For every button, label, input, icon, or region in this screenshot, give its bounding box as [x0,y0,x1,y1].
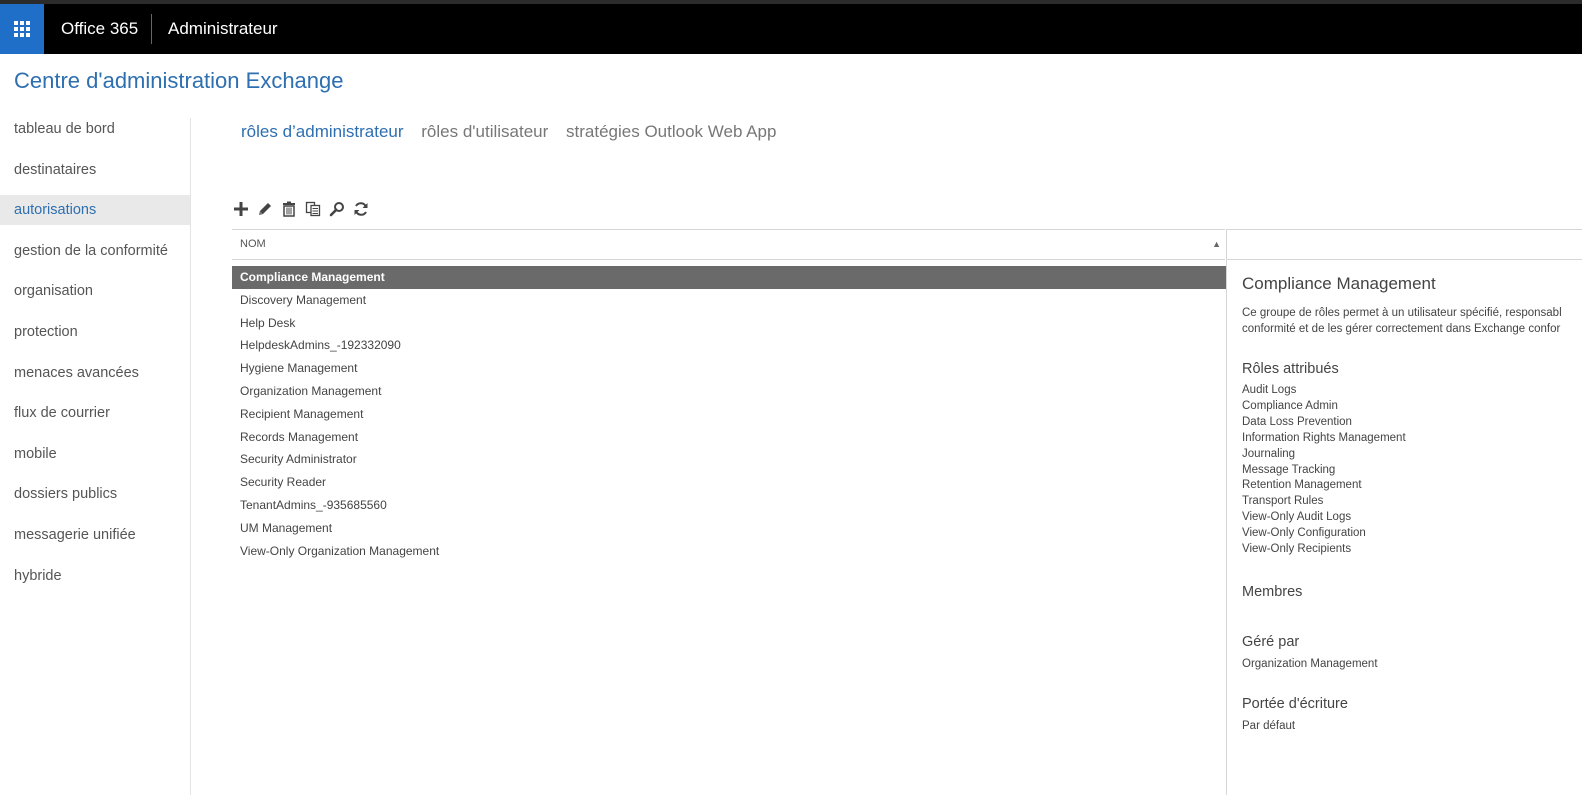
app-launcher-button[interactable] [0,4,44,54]
role-item: Data Loss Prevention [1242,415,1352,428]
role-item: Information Rights Management [1242,431,1406,444]
tab-admin-roles[interactable]: rôles d’administrateur [241,122,404,142]
write-scope-heading: Portée d'écriture [1242,695,1348,712]
roles-heading: Rôles attribués [1242,361,1339,377]
search-icon[interactable] [328,199,346,219]
role-item: Journaling [1242,447,1296,460]
table-row[interactable]: Records Management [232,426,1226,449]
table-row[interactable]: Recipient Management [232,403,1226,426]
table-row[interactable]: View-Only Organization Management [232,540,1226,563]
tab-bar: rôles d’administrateur rôles d'utilisate… [241,122,789,142]
sidebar-item-gestion-conformite[interactable]: gestion de la conformité [0,236,190,266]
delete-icon[interactable] [280,199,298,219]
sidebar-item-tableau-de-bord[interactable]: tableau de bord [0,114,190,144]
role-group-list: Compliance Management Discovery Manageme… [232,266,1226,562]
table-row[interactable]: Discovery Management [232,289,1226,312]
details-header [1226,229,1582,260]
table-row[interactable]: TenantAdmins_-935685560 [232,494,1226,517]
details-pane: Compliance Management Ce groupe de rôles… [1242,274,1582,732]
sidebar-item-destinataires[interactable]: destinataires [0,155,190,185]
table-row[interactable]: Organization Management [232,380,1226,403]
role-item: Message Tracking [1242,463,1336,476]
sidebar-item-flux-de-courrier[interactable]: flux de courrier [0,398,190,428]
sidebar-item-dossiers-publics[interactable]: dossiers publics [0,479,190,509]
details-divider [1226,260,1227,795]
copy-icon[interactable] [304,199,322,219]
sidebar-item-menaces-avancees[interactable]: menaces avancées [0,358,190,388]
sidebar-item-organisation[interactable]: organisation [0,276,190,306]
role-item: Retention Management [1242,479,1362,492]
topbar-divider [151,14,152,44]
write-scope-value: Par défaut [1242,719,1296,732]
role-item: Audit Logs [1242,384,1297,396]
table-row[interactable]: UM Management [232,517,1226,540]
tab-owa-policies[interactable]: stratégies Outlook Web App [566,122,776,142]
managed-by-heading: Géré par [1242,633,1300,650]
toolbar [232,199,370,219]
brand-name[interactable]: Office 365 [61,4,138,54]
sidebar-item-protection[interactable]: protection [0,317,190,347]
section-label[interactable]: Administrateur [168,4,278,54]
role-item: Transport Rules [1242,495,1324,508]
sort-ascending-icon[interactable]: ▲ [1212,230,1221,259]
column-header-name[interactable]: NOM [240,230,266,259]
sidebar-item-autorisations[interactable]: autorisations [0,195,190,226]
refresh-icon[interactable] [352,199,370,219]
details-title: Compliance Management [1242,274,1436,293]
role-item: View-Only Configuration [1242,527,1366,540]
role-item: View-Only Recipients [1242,543,1352,556]
table-row[interactable]: HelpdeskAdmins_-192332090 [232,334,1226,357]
table-row[interactable]: Security Reader [232,471,1226,494]
page-title: Centre d'administration Exchange [14,68,344,93]
role-item: View-Only Audit Logs [1242,511,1352,524]
sidebar-nav: tableau de bord destinataires autorisati… [0,114,190,601]
app-launcher-icon [14,21,30,37]
table-row[interactable]: Hygiene Management [232,357,1226,380]
edit-icon[interactable] [256,199,274,219]
list-header: NOM ▲ [232,229,1225,260]
table-row[interactable]: Security Administrator [232,448,1226,471]
details-description-line: Ce groupe de rôles permet à un utilisate… [1242,307,1562,319]
table-row[interactable]: Compliance Management [232,266,1226,289]
sidebar-divider [190,118,191,795]
assigned-roles-list: Audit Logs Compliance Admin Data Loss Pr… [1242,383,1582,558]
tab-user-roles[interactable]: rôles d'utilisateur [421,122,548,142]
role-item: Compliance Admin [1242,399,1338,412]
sidebar-item-mobile[interactable]: mobile [0,439,190,469]
add-icon[interactable] [232,199,250,219]
table-row[interactable]: Help Desk [232,312,1226,335]
managed-by-value: Organization Management [1242,657,1378,670]
sidebar-item-hybride[interactable]: hybride [0,561,190,591]
top-bar: Office 365 Administrateur [0,0,1582,54]
members-heading: Membres [1242,583,1303,600]
sidebar-item-messagerie-unifiee[interactable]: messagerie unifiée [0,520,190,550]
details-description-line: conformité et de les gérer correctement … [1242,323,1561,335]
